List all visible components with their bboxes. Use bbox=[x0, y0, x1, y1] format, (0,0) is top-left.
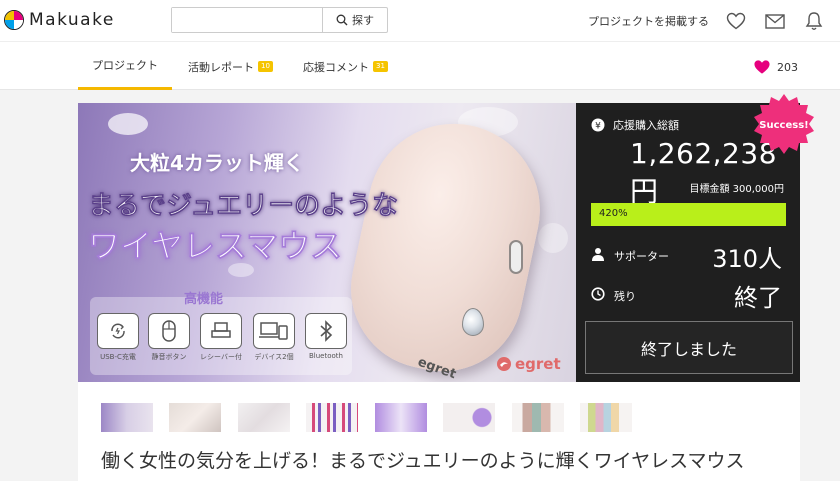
remaining-label: 残り bbox=[614, 290, 636, 303]
yen-coin-icon: ¥ bbox=[591, 118, 605, 132]
brand-name: Makuake bbox=[29, 10, 115, 30]
tab-support-comments[interactable]: 応援コメント 31 bbox=[303, 43, 388, 90]
search-icon bbox=[336, 14, 348, 26]
notification-bell-icon[interactable] bbox=[803, 10, 825, 32]
clock-icon bbox=[591, 287, 605, 301]
gallery-thumbnail[interactable] bbox=[238, 403, 290, 432]
total-label-row: ¥ 応援購入総額 bbox=[591, 117, 679, 133]
heart-filled-icon bbox=[754, 60, 770, 74]
silent-mouse-icon bbox=[162, 320, 176, 342]
gallery-thumbnail[interactable] bbox=[443, 403, 495, 432]
message-mail-icon[interactable] bbox=[764, 10, 786, 32]
two-devices-icon bbox=[259, 322, 288, 340]
feature-silent-button: 静音ボタン bbox=[145, 313, 193, 369]
remaining-value: 終了 bbox=[734, 284, 782, 312]
jewel-gem-icon bbox=[462, 308, 484, 336]
like-count: 203 bbox=[777, 60, 798, 74]
like-button[interactable]: 203 bbox=[753, 59, 798, 75]
project-title: 働く女性の気分を上げる！まるでジュエリーのように輝くワイヤレスマウス bbox=[101, 450, 745, 472]
gallery-thumbnail[interactable] bbox=[580, 403, 632, 432]
hero-headline-3: ワイヤレスマウス bbox=[88, 227, 343, 266]
tab-activity-report[interactable]: 活動レポート 10 bbox=[188, 43, 273, 90]
makuake-logo[interactable]: Makuake bbox=[4, 8, 115, 32]
svg-text:¥: ¥ bbox=[595, 122, 601, 132]
favorites-heart-icon[interactable] bbox=[725, 10, 747, 32]
search-button[interactable]: 探す bbox=[323, 8, 387, 32]
project-ended-button[interactable]: 終了しました bbox=[585, 321, 793, 374]
gallery-thumbnail[interactable] bbox=[306, 403, 358, 432]
makuake-logo-mark-icon bbox=[4, 10, 24, 30]
post-project-link[interactable]: プロジェクトを掲載する bbox=[588, 13, 709, 29]
gallery-thumbnail[interactable] bbox=[169, 403, 221, 432]
success-badge-text: Success! bbox=[759, 120, 808, 131]
tab-project[interactable]: プロジェクト bbox=[78, 43, 172, 90]
bluetooth-icon bbox=[320, 320, 333, 342]
product-mouse-image bbox=[336, 107, 556, 382]
search-input[interactable] bbox=[172, 8, 323, 32]
feature-usb-c: USB-C充電 bbox=[94, 313, 142, 369]
supporters-label: サポーター bbox=[614, 250, 669, 263]
progress-percent: 420% bbox=[599, 208, 628, 219]
gallery-thumbnail[interactable] bbox=[101, 403, 153, 432]
features-title: 高機能 bbox=[184, 292, 224, 307]
receiver-icon bbox=[211, 322, 231, 338]
usb-c-charge-icon bbox=[111, 323, 125, 339]
feature-label: Bluetooth bbox=[309, 352, 343, 360]
feature-receiver: レシーバー付 bbox=[197, 313, 245, 369]
count-badge: 10 bbox=[258, 61, 273, 72]
top-header: Makuake 探す プロジェクトを掲載する bbox=[0, 0, 840, 42]
tab-label: プロジェクト bbox=[92, 59, 158, 72]
tab-label: 活動レポート bbox=[188, 60, 254, 74]
project-tabs: プロジェクト 活動レポート 10 応援コメント 31 203 bbox=[0, 43, 840, 90]
tab-label: 応援コメント bbox=[303, 60, 369, 74]
progress-bar: 420% bbox=[591, 203, 786, 226]
goal-amount: 目標金額 300,000円 bbox=[689, 184, 784, 195]
feature-bluetooth: Bluetooth bbox=[302, 313, 350, 369]
supporter-person-icon bbox=[592, 248, 604, 261]
search-bar: 探す bbox=[171, 7, 388, 33]
egret-brand-name: egret bbox=[515, 355, 561, 373]
hero-headline-1: 大粒4カラット輝く bbox=[130, 151, 304, 175]
feature-label: USB-C充電 bbox=[100, 353, 136, 361]
egret-brand-logo: egret bbox=[496, 355, 561, 373]
feature-two-devices: デバイス2個 bbox=[250, 313, 298, 369]
count-badge: 31 bbox=[373, 61, 388, 72]
feature-label: 静音ボタン bbox=[151, 353, 187, 361]
egret-bird-icon bbox=[497, 357, 511, 371]
gallery-thumbnail[interactable] bbox=[375, 403, 427, 432]
total-amount-label: 応援購入総額 bbox=[613, 119, 679, 132]
feature-label: デバイス2個 bbox=[254, 353, 294, 361]
success-badge: Success! bbox=[754, 94, 814, 154]
scroll-wheel bbox=[509, 240, 523, 274]
supporters-value: 310人 bbox=[712, 245, 782, 273]
hero-headline-2: まるでジュエリーのような bbox=[88, 191, 399, 222]
gallery-thumbnail[interactable] bbox=[512, 403, 564, 432]
main-project-image[interactable]: egret 大粒4カラット輝く まるでジュエリーのような ワイヤレスマウス 高機… bbox=[78, 103, 576, 382]
feature-label: レシーバー付 bbox=[200, 353, 242, 361]
search-button-label: 探す bbox=[352, 14, 374, 27]
